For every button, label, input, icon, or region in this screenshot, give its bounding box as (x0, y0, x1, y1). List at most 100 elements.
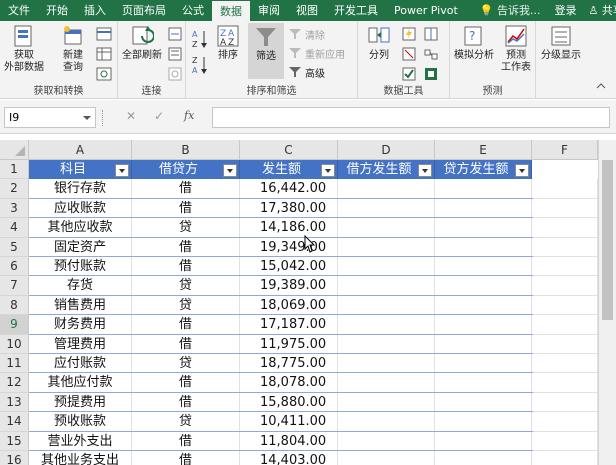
tab-6[interactable]: 审阅 (250, 0, 288, 21)
what-if-analysis-button[interactable]: ? 模拟分析 (452, 24, 496, 62)
cell[interactable]: 贷 (132, 218, 240, 238)
cell[interactable]: 15,042.00 (240, 257, 338, 277)
cell[interactable] (532, 179, 598, 199)
cell[interactable]: 14,186.00 (240, 218, 338, 238)
row-header-16[interactable]: 16 (0, 451, 29, 465)
properties-icon[interactable] (168, 47, 182, 61)
cell[interactable]: 10,411.00 (240, 412, 338, 432)
edit-links-icon[interactable] (168, 67, 182, 81)
tab-7[interactable]: 视图 (288, 0, 326, 21)
column-header-F[interactable]: F (532, 140, 598, 160)
cell[interactable] (435, 431, 532, 451)
cell[interactable]: 16,442.00 (240, 179, 338, 199)
worksheet-grid[interactable]: A B C D E F 1 2 3 4 5 6 7 8 9 10 11 12 13 14 15 16 科目 借贷方 发生额 借方发… (0, 140, 598, 465)
tab-9[interactable]: Power Pivot (386, 0, 466, 21)
cell[interactable] (338, 218, 435, 238)
column-header-D[interactable]: D (338, 140, 435, 160)
cell[interactable]: 营业外支出 (29, 431, 132, 451)
cell[interactable] (338, 237, 435, 257)
cancel-icon[interactable]: ✕ (126, 109, 136, 123)
cell[interactable]: 18,069.00 (240, 295, 338, 316)
cell[interactable] (338, 392, 435, 413)
cell[interactable]: 借 (132, 237, 240, 257)
cell[interactable]: 借 (132, 392, 240, 413)
cell[interactable]: 银行存款 (29, 179, 132, 199)
select-all-corner[interactable] (0, 140, 29, 160)
cell[interactable]: 借 (132, 373, 240, 393)
tab-2[interactable]: 插入 (76, 0, 114, 21)
cell[interactable] (338, 354, 435, 374)
cell[interactable]: 贷 (132, 354, 240, 374)
table-header-cell[interactable]: 发生额 (240, 160, 338, 180)
cell[interactable] (532, 237, 598, 257)
cell[interactable] (338, 412, 435, 432)
cell[interactable]: 固定资产 (29, 237, 132, 257)
table-header-cell[interactable]: 借贷方 (132, 160, 240, 180)
from-table-icon[interactable] (96, 47, 112, 61)
cell[interactable] (338, 451, 435, 465)
filter-dropdown-icon[interactable] (418, 164, 432, 177)
cell[interactable] (338, 276, 435, 296)
filter-button[interactable]: 筛选 (248, 23, 284, 79)
cell[interactable]: 贷 (132, 276, 240, 296)
cell[interactable] (338, 295, 435, 316)
share-button[interactable]: ♙ 共享 (582, 0, 616, 21)
row-header-6[interactable]: 6 (0, 257, 29, 277)
cell[interactable]: 借 (132, 451, 240, 465)
sort-descending-icon[interactable]: ZA (192, 55, 208, 75)
cell[interactable]: 11,804.00 (240, 431, 338, 451)
scrollbar-thumb[interactable] (602, 160, 613, 320)
column-header-B[interactable]: B (132, 140, 240, 160)
cell[interactable]: 借 (132, 315, 240, 335)
cell[interactable]: 11,975.00 (240, 334, 338, 354)
cell[interactable]: 其他应收款 (29, 218, 132, 238)
cell[interactable]: 其他应付款 (29, 373, 132, 393)
cell[interactable]: 18,775.00 (240, 354, 338, 374)
row-header-9[interactable]: 9 (0, 315, 29, 335)
vertical-scrollbar[interactable] (598, 140, 616, 465)
cell[interactable]: 预付账款 (29, 257, 132, 277)
cell[interactable] (338, 198, 435, 219)
tab-4[interactable]: 公式 (174, 0, 212, 21)
row-header-12[interactable]: 12 (0, 373, 29, 393)
cell[interactable]: 管理费用 (29, 334, 132, 354)
cell[interactable] (532, 295, 598, 316)
row-header-2[interactable]: 2 (0, 179, 29, 199)
cell[interactable] (435, 373, 532, 393)
formula-input[interactable] (212, 107, 610, 128)
cell[interactable]: 财务费用 (29, 315, 132, 335)
cell[interactable] (532, 392, 598, 413)
cell[interactable] (435, 334, 532, 354)
get-external-data-button[interactable]: 获取 外部数据 (2, 24, 46, 74)
cell[interactable] (338, 315, 435, 335)
cell[interactable] (532, 334, 598, 354)
cell[interactable]: 存货 (29, 276, 132, 296)
new-query-button[interactable]: 新建 查询 (54, 24, 92, 74)
cell[interactable]: 应付账款 (29, 354, 132, 374)
refresh-all-button[interactable]: 全部刷新 (120, 24, 164, 62)
cell[interactable] (532, 412, 598, 432)
row-header-11[interactable]: 11 (0, 354, 29, 374)
cell[interactable] (532, 373, 598, 393)
table-header-cell[interactable]: 借方发生额 (338, 160, 435, 180)
show-queries-icon[interactable] (96, 27, 112, 41)
cell[interactable] (532, 431, 598, 451)
cell[interactable]: 借 (132, 431, 240, 451)
cell[interactable]: 预提费用 (29, 392, 132, 413)
row-header-3[interactable]: 3 (0, 198, 29, 219)
cell[interactable] (338, 431, 435, 451)
row-header-10[interactable]: 10 (0, 334, 29, 354)
forecast-sheet-button[interactable]: 预测 工作表 (498, 24, 534, 74)
table-header-cell[interactable]: 贷方发生额 (435, 160, 532, 180)
tab-3[interactable]: 页面布局 (114, 0, 174, 21)
cell[interactable]: 17,187.00 (240, 315, 338, 335)
cell[interactable]: 其他业务支出 (29, 451, 132, 465)
cell[interactable] (435, 412, 532, 432)
cell[interactable] (532, 354, 598, 374)
cell[interactable]: 贷 (132, 412, 240, 432)
cell[interactable] (435, 295, 532, 316)
cell[interactable] (435, 276, 532, 296)
cell[interactable] (338, 257, 435, 277)
cell[interactable]: 17,380.00 (240, 198, 338, 219)
collapse-ribbon-icon[interactable] (596, 81, 606, 91)
